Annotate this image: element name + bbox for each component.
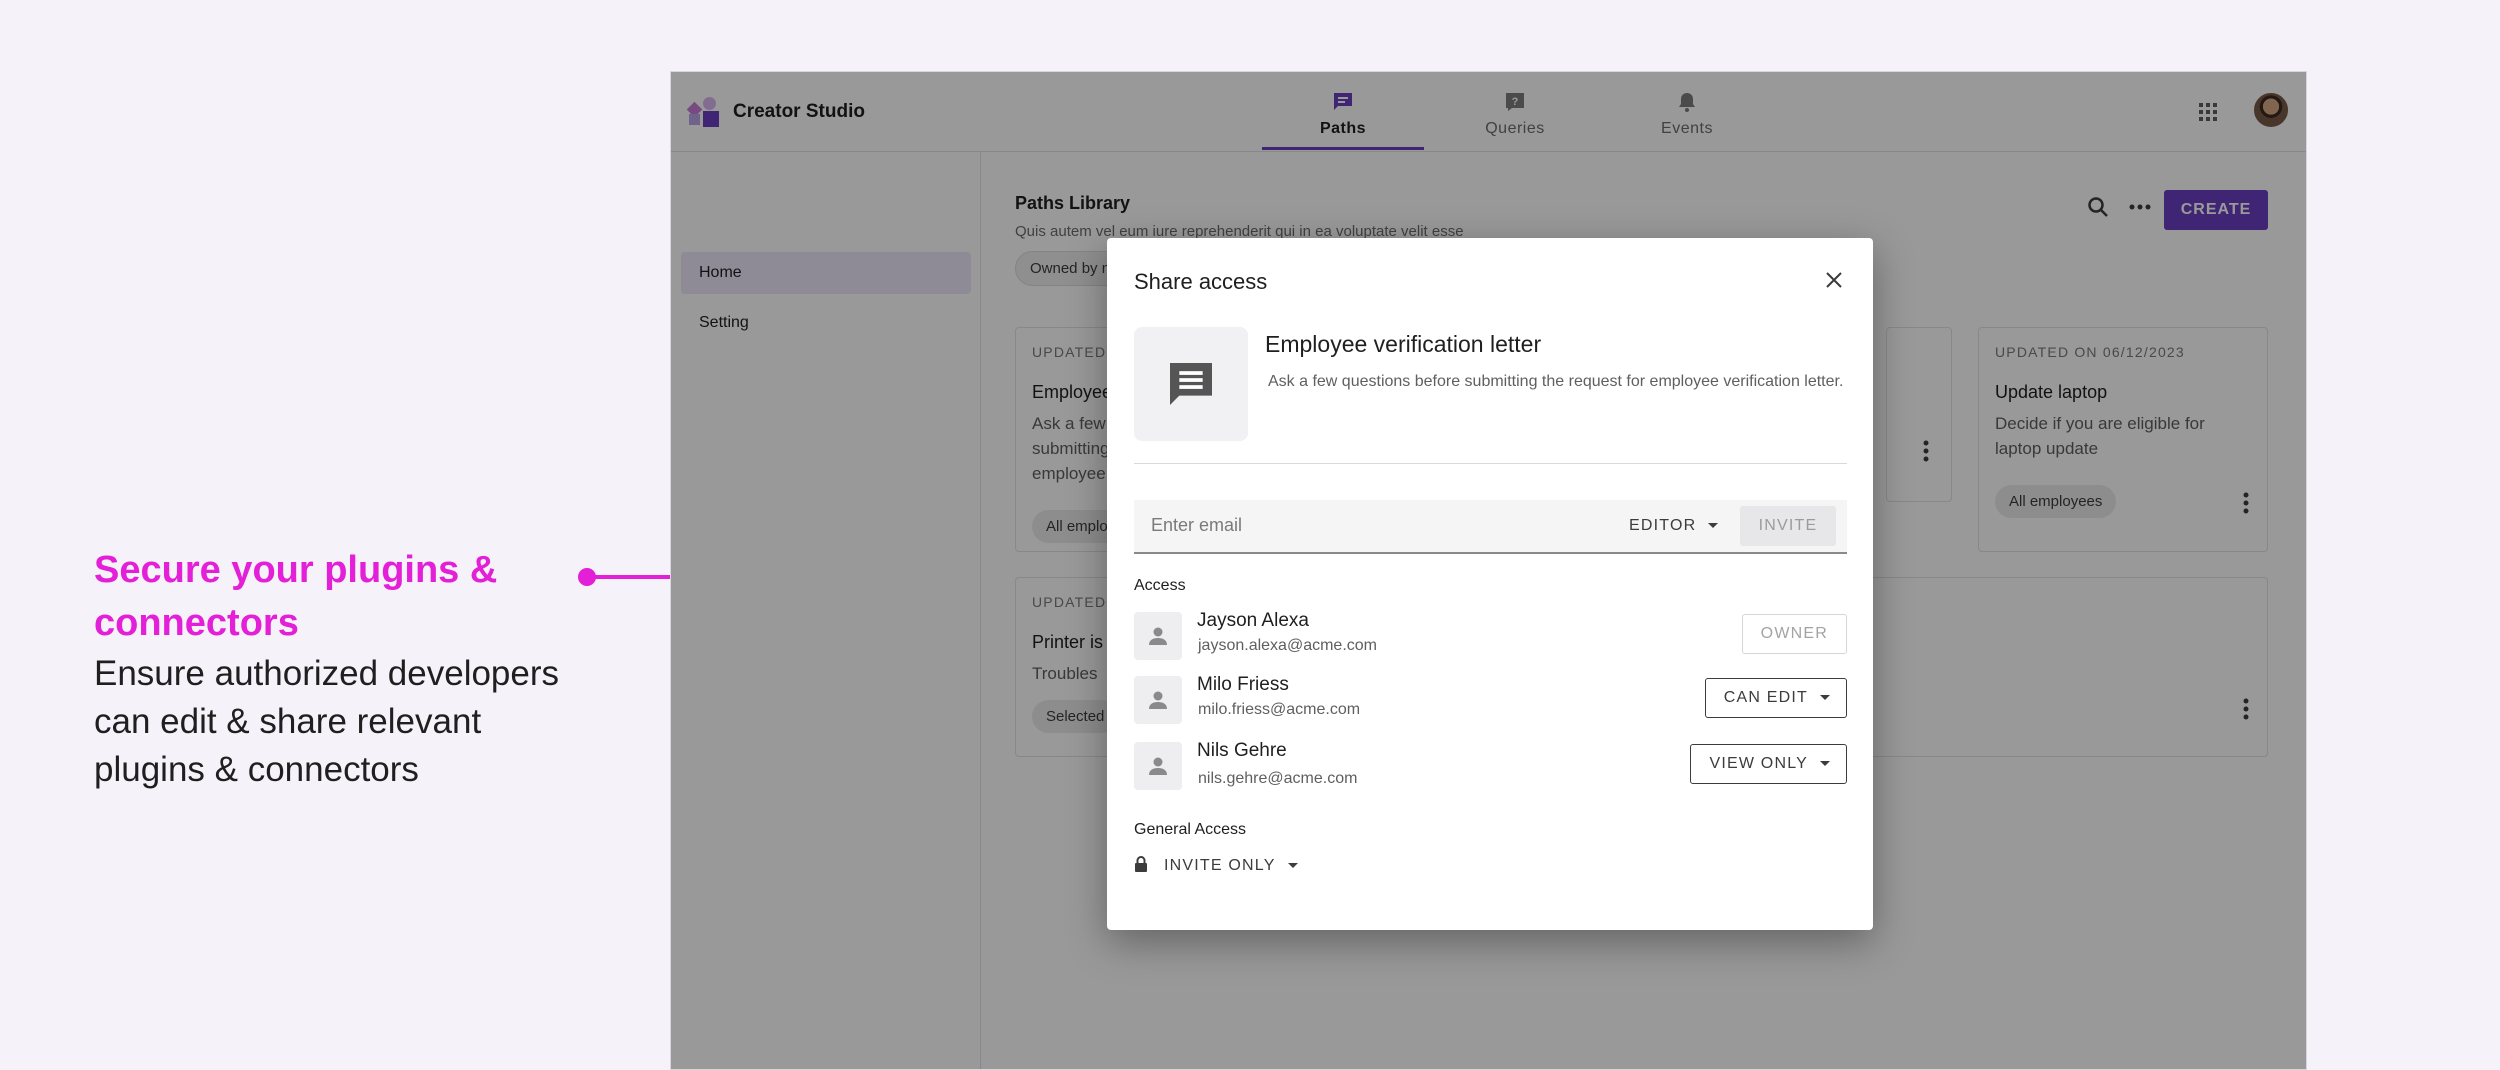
role-dropdown-button[interactable]: CAN EDIT — [1704, 678, 1847, 718]
general-access-label: General Access — [1134, 821, 1247, 838]
role-dropdown-button[interactable]: VIEW ONLY — [1690, 744, 1847, 784]
person-email: milo.friess@acme.com — [1198, 701, 1361, 718]
person-icon — [1149, 627, 1167, 645]
path-description: Ask a few questions before submitting th… — [1268, 373, 1844, 390]
role-button: OWNER — [1741, 614, 1847, 654]
lock-icon — [1135, 856, 1147, 872]
person-icon — [1149, 691, 1167, 709]
feature-callout: Secure your plugins & connectors Ensure … — [94, 544, 594, 794]
app-window: Creator Studio Paths ? Queries Events Ho… — [670, 71, 2307, 1070]
chevron-down-icon — [1708, 523, 1719, 529]
access-list-item: Milo Friess milo.friess@acme.com CAN EDI… — [1134, 674, 1847, 726]
role-label: CAN EDIT — [1723, 689, 1808, 706]
chevron-down-icon — [1820, 761, 1830, 767]
avatar — [1134, 676, 1182, 724]
general-access-value: INVITE ONLY — [1164, 857, 1276, 874]
person-email: nils.gehre@acme.com — [1198, 770, 1358, 787]
path-thumbnail — [1134, 327, 1248, 441]
share-access-dialog: Share access Employee verification lette… — [1107, 238, 1873, 930]
message-icon — [1170, 363, 1212, 405]
callout-connector-dot — [578, 568, 596, 586]
callout-body: Ensure authorized developers can edit & … — [94, 654, 560, 789]
role-dropdown[interactable]: EDITOR — [1629, 517, 1719, 535]
person-name: Jayson Alexa — [1197, 610, 1309, 631]
chevron-down-icon — [1287, 863, 1298, 869]
path-title: Employee verification letter — [1265, 331, 1542, 357]
role-label: VIEW ONLY — [1709, 755, 1808, 772]
person-name: Milo Friess — [1197, 674, 1289, 695]
general-access-dropdown[interactable]: INVITE ONLY — [1134, 856, 1298, 875]
person-email: jayson.alexa@acme.com — [1198, 637, 1377, 654]
person-icon — [1149, 757, 1167, 775]
close-icon[interactable] — [1822, 268, 1846, 292]
avatar — [1134, 742, 1182, 790]
invite-button[interactable]: INVITE — [1740, 506, 1836, 546]
callout-title: Secure your plugins & connectors — [94, 549, 498, 644]
person-name: Nils Gehre — [1197, 740, 1287, 761]
email-input[interactable] — [1151, 510, 1591, 540]
avatar — [1134, 612, 1182, 660]
chevron-down-icon — [1820, 695, 1830, 701]
access-section-label: Access — [1134, 577, 1186, 594]
divider — [1134, 463, 1847, 464]
dialog-title: Share access — [1134, 269, 1268, 294]
invite-row: EDITOR INVITE — [1134, 500, 1847, 554]
access-list-item: Nils Gehre nils.gehre@acme.com VIEW ONLY — [1134, 740, 1847, 792]
role-dropdown-label: EDITOR — [1629, 517, 1697, 534]
access-list-item: Jayson Alexa jayson.alexa@acme.com OWNER — [1134, 610, 1847, 662]
